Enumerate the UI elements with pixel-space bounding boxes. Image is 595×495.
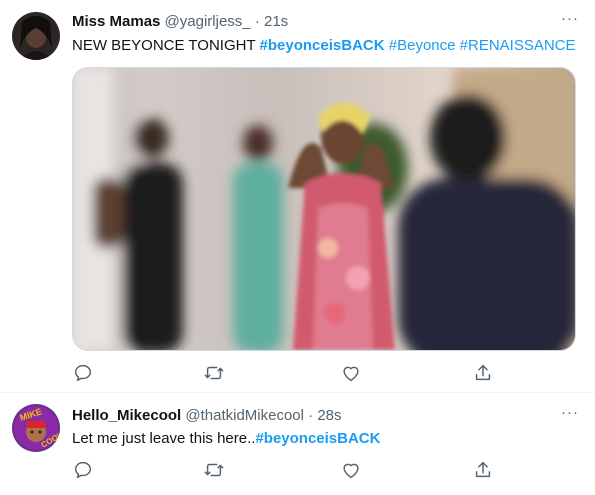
- separator-dot: ·: [254, 13, 260, 30]
- retweet-icon[interactable]: [203, 362, 225, 384]
- like-icon[interactable]: [340, 459, 362, 481]
- more-options-icon[interactable]: ···: [561, 404, 579, 421]
- tweet-text: Let me just leave this here..#beyonceisB…: [72, 429, 380, 449]
- timestamp[interactable]: 28s: [317, 407, 341, 424]
- hashtag-link[interactable]: #Beyonce: [389, 37, 456, 54]
- tweet-media-image[interactable]: [72, 67, 576, 351]
- hashtag-link[interactable]: #beyonceisBACK: [260, 37, 385, 54]
- tweet-text-body: NEW BEYONCE TONIGHT: [72, 37, 260, 54]
- display-name[interactable]: Miss Mamas: [72, 13, 160, 30]
- tweet[interactable]: Miss Mamas @yagirljess_ · 21s ··· NEW BE…: [0, 0, 595, 393]
- handle[interactable]: @yagirljess_: [165, 13, 251, 30]
- share-icon[interactable]: [472, 459, 494, 481]
- hashtag-link[interactable]: #beyonceisBACK: [255, 430, 380, 447]
- tweet-header: Miss Mamas @yagirljess_ · 21s: [72, 12, 288, 32]
- reply-icon[interactable]: [72, 459, 94, 481]
- more-options-icon[interactable]: ···: [561, 10, 579, 27]
- retweet-icon[interactable]: [203, 459, 225, 481]
- separator-dot: ·: [308, 407, 314, 424]
- handle[interactable]: @thatkidMikecool: [185, 407, 304, 424]
- avatar[interactable]: [12, 12, 60, 60]
- like-icon[interactable]: [340, 362, 362, 384]
- hashtag-link[interactable]: #RENAISSANCE: [460, 37, 576, 54]
- tweet-text-body: Let me just leave this here..: [72, 430, 256, 447]
- tweet-actions: [72, 459, 552, 481]
- avatar[interactable]: MIKE COOL: [12, 404, 60, 452]
- tweet-text: NEW BEYONCE TONIGHT #beyonceisBACK #Beyo…: [72, 36, 576, 56]
- display-name[interactable]: Hello_Mikecool: [72, 407, 181, 424]
- tweet-actions: [72, 362, 552, 384]
- share-icon[interactable]: [472, 362, 494, 384]
- tweet-header: Hello_Mikecool @thatkidMikecool · 28s: [72, 406, 342, 426]
- reply-icon[interactable]: [72, 362, 94, 384]
- timestamp[interactable]: 21s: [264, 13, 288, 30]
